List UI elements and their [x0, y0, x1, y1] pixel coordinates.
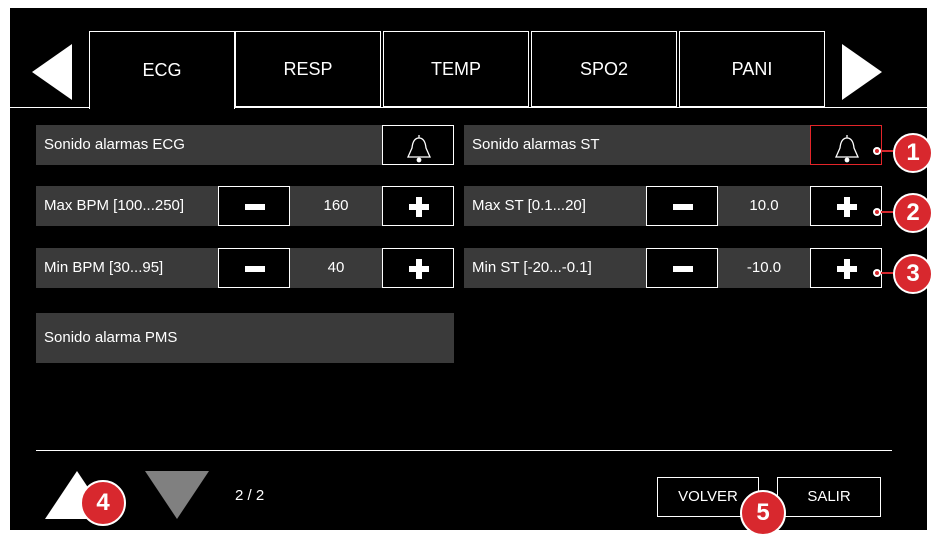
callout-number: 3 — [906, 260, 920, 287]
st-alarm-sound-button[interactable] — [810, 125, 882, 165]
max-st-increase-button[interactable] — [810, 186, 882, 226]
max-bpm-value: 160 — [323, 197, 349, 214]
callout-5: 5 — [740, 490, 786, 536]
ecg-alarm-sound-label: Sonido alarmas ECG — [44, 136, 185, 153]
min-st-increase-button[interactable] — [810, 248, 882, 288]
tab-label: PANI — [731, 58, 773, 79]
callout-3: 3 — [893, 254, 933, 294]
max-bpm-decrease-button[interactable] — [218, 186, 290, 226]
min-st-row: Min ST [-20...-0.1] -10.0 — [464, 248, 882, 288]
exit-button[interactable]: SALIR — [777, 477, 881, 517]
min-bpm-label: Min BPM [30...95] — [44, 259, 164, 276]
exit-button-label: SALIR — [807, 488, 851, 505]
max-bpm-increase-button[interactable] — [382, 186, 454, 226]
min-st-decrease-button[interactable] — [646, 248, 718, 288]
arrow-right-icon[interactable] — [842, 44, 882, 100]
back-button-label: VOLVER — [678, 488, 738, 505]
tab-label: SPO2 — [579, 58, 629, 79]
footer-divider — [36, 450, 892, 451]
tab-label: ECG — [142, 60, 182, 80]
callout-dot — [873, 208, 881, 216]
bell-icon — [834, 135, 860, 163]
callout-number: 2 — [906, 199, 920, 226]
bell-icon — [406, 135, 432, 163]
tab-label: TEMP — [430, 58, 481, 79]
callout-number: 1 — [906, 139, 920, 166]
arrow-down-icon[interactable] — [145, 471, 209, 519]
min-st-label: Min ST [-20...-0.1] — [472, 259, 592, 276]
max-st-label: Max ST [0.1...20] — [472, 197, 586, 214]
tab-temp[interactable]: TEMP — [383, 31, 529, 107]
arrow-left-icon[interactable] — [32, 44, 72, 100]
min-bpm-value: 40 — [327, 259, 345, 276]
callout-4: 4 — [80, 480, 126, 526]
min-bpm-increase-button[interactable] — [382, 248, 454, 288]
ecg-alarm-sound-row: Sonido alarmas ECG — [36, 125, 454, 165]
panel-border — [235, 107, 927, 108]
max-st-decrease-button[interactable] — [646, 186, 718, 226]
tab-ecg[interactable]: ECG — [89, 31, 235, 109]
minus-icon — [245, 204, 265, 210]
callout-number: 4 — [96, 489, 110, 516]
tab-pani[interactable]: PANI — [679, 31, 825, 107]
min-bpm-row: Min BPM [30...95] 40 — [36, 248, 454, 288]
ecg-alarm-sound-button[interactable] — [382, 125, 454, 165]
minus-icon — [245, 266, 265, 272]
page-indicator: 2 / 2 — [235, 487, 265, 504]
callout-1: 1 — [893, 133, 933, 173]
pms-alarm-sound-row[interactable]: Sonido alarma PMS — [36, 313, 454, 363]
callout-2: 2 — [893, 193, 933, 233]
st-alarm-sound-row: Sonido alarmas ST — [464, 125, 882, 165]
max-st-row: Max ST [0.1...20] 10.0 — [464, 186, 882, 226]
callout-dot — [873, 269, 881, 277]
min-bpm-decrease-button[interactable] — [218, 248, 290, 288]
minus-icon — [673, 204, 693, 210]
monitor-screen: ECG RESP TEMP SPO2 PANI Sonido alarmas E… — [10, 8, 927, 530]
panel-border — [10, 107, 89, 108]
tab-label: RESP — [283, 58, 333, 79]
st-alarm-sound-label: Sonido alarmas ST — [472, 136, 600, 153]
minus-icon — [673, 266, 693, 272]
callout-number: 5 — [756, 499, 770, 526]
max-st-value: 10.0 — [749, 197, 779, 214]
max-bpm-label: Max BPM [100...250] — [44, 197, 185, 214]
tab-spo2[interactable]: SPO2 — [531, 31, 677, 107]
callout-dot — [873, 147, 881, 155]
min-st-value: -10.0 — [746, 259, 782, 276]
tab-resp[interactable]: RESP — [235, 31, 381, 107]
pms-alarm-sound-label: Sonido alarma PMS — [44, 329, 178, 346]
max-bpm-row: Max BPM [100...250] 160 — [36, 186, 454, 226]
